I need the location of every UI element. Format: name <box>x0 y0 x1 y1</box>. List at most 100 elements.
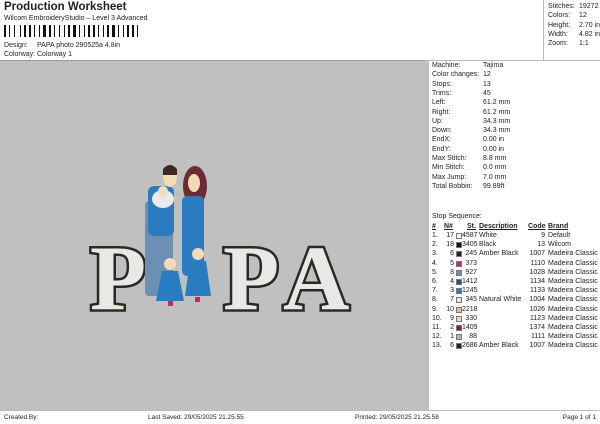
color-description: Amber Black <box>479 342 519 350</box>
thread-code: 1007 <box>529 342 545 350</box>
stat-label: Height: <box>548 21 571 29</box>
barcode-bar <box>91 25 92 37</box>
info-row: Stops: 13 <box>432 80 491 88</box>
stop-sequence-row: 7. 3 1245 1133 Madeira Classic 40 <box>429 287 600 296</box>
stitch-count: 1245 <box>462 287 478 295</box>
stitch-count: 373 <box>465 259 477 267</box>
stat-label: Stitches: <box>548 3 575 10</box>
last-saved: Last Saved: 29/05/2025 21.25.55 <box>148 414 244 421</box>
letter-p2: P <box>223 227 279 329</box>
stat-label: Zoom: <box>548 40 568 48</box>
page-number: Page 1 of 1 <box>562 414 596 421</box>
info-label: Stops: <box>432 80 452 88</box>
thread-code: 1134 <box>529 278 545 285</box>
thread-brand: Madeira Classic 40 <box>548 278 600 285</box>
info-row: Total Bobbin: 99.89ft <box>432 183 504 190</box>
stop-sequence-row: 4. 5 373 1110 Madeira Classic 40 <box>429 260 600 269</box>
needle-number: 4 <box>450 278 454 285</box>
design-value: PAPA photo 290525a 4,8in <box>37 42 121 49</box>
barcode-bar <box>14 25 15 37</box>
thread-code: 9 <box>541 232 545 239</box>
barcode-bar <box>77 25 78 37</box>
embroidery-design: P P A <box>88 165 352 332</box>
needle-number: 18 <box>446 241 454 249</box>
barcode-bar <box>54 25 55 37</box>
barcode-bar <box>64 25 65 37</box>
stop-sequence-row: 9. 10 2218 1026 Madeira Classic 40 <box>429 306 600 315</box>
barcode-bar <box>86 25 87 37</box>
design-label: Design: <box>4 42 28 49</box>
barcode-bar <box>52 25 53 37</box>
barcode-bar <box>24 25 26 37</box>
barcode-bar <box>96 25 97 37</box>
info-row: Trims: 45 <box>432 90 491 97</box>
color-description: White <box>479 232 497 239</box>
thread-brand: Madeira Classic 40 <box>548 314 600 322</box>
letter-p1: P <box>90 227 146 329</box>
stat-row: Height: 2.70 in <box>548 21 600 29</box>
col-n: N# <box>444 223 453 230</box>
barcode-bar <box>79 25 80 37</box>
stop-sequence-row: 13. 6 2686 Amber Black 1007 Madeira Clas… <box>429 342 600 351</box>
barcode-bar <box>4 25 6 37</box>
info-value: Tajima <box>483 62 504 69</box>
thread-brand: Madeira Classic 40 <box>548 268 600 276</box>
thread-brand: Madeira Classic 40 <box>548 250 600 258</box>
created-by: Created By: <box>4 414 39 421</box>
stitch-count: 245 <box>465 250 477 258</box>
thread-code: 1133 <box>529 287 545 295</box>
row-num: 13. <box>432 342 442 350</box>
printed: Printed: 29/05/2025 21.25.58 <box>355 414 439 421</box>
info-value: 8.8 mm <box>483 155 507 162</box>
barcode-bar <box>88 25 90 37</box>
info-value: 61.2 mm <box>483 108 511 116</box>
info-value: 0.0 mm <box>483 164 507 172</box>
design-info-panel: Machine: Tajima Color changes: 12 Stops: 13 Tr… <box>425 60 600 410</box>
info-label: Left: <box>432 99 446 107</box>
barcode-bar <box>100 25 102 37</box>
row-num: 8. <box>432 296 438 304</box>
barcode-bar <box>127 25 129 37</box>
info-label: Max Stitch: <box>432 155 467 162</box>
needle-number: 5 <box>450 259 454 267</box>
thread-brand: Madeira Classic 40 <box>548 259 600 267</box>
barcode-bar <box>7 25 8 37</box>
stats-box: Stitches: 19272 Colors: 12 Height: 2.70 in Wid… <box>543 0 600 60</box>
stop-sequence-row: 3. 6 245 Amber Black 1007 Madeira Classi… <box>429 250 600 259</box>
stitch-count: 3405 <box>462 241 478 249</box>
needle-number: 2 <box>450 324 454 331</box>
stat-row: Width: 4.82 in <box>548 31 600 38</box>
stat-value: 19272 <box>579 3 599 10</box>
col-code: Code <box>528 223 546 230</box>
barcode-bar <box>27 25 28 37</box>
colorway-value: Colorway 1 <box>37 51 73 58</box>
info-value: 0.00 in <box>483 145 505 153</box>
barcode-bar <box>137 25 138 37</box>
info-row: Right: 61.2 mm <box>432 109 510 116</box>
info-label: Up: <box>432 117 443 125</box>
page-title: Production Worksheet <box>4 1 127 13</box>
row-num: 2. <box>432 241 438 249</box>
letter-a: A <box>283 227 349 329</box>
info-value: 34.3 mm <box>483 127 511 135</box>
needle-number: 3 <box>450 287 454 295</box>
barcode-bar <box>132 25 134 37</box>
info-row: Color changes: 12 <box>432 71 491 78</box>
row-num: 6. <box>432 278 438 285</box>
barcode-bar <box>93 25 95 37</box>
info-value: 12 <box>483 71 491 79</box>
info-value: 45 <box>483 89 491 97</box>
col-num: # <box>432 223 436 230</box>
thread-brand: Madeira Classic 40 <box>548 342 600 350</box>
needle-number: 7 <box>450 296 454 304</box>
needle-number: 17 <box>446 232 454 239</box>
barcode-bar <box>84 25 85 37</box>
thread-code: 1123 <box>529 314 545 322</box>
barcode-bar <box>36 25 38 37</box>
barcode-bar <box>116 25 117 37</box>
stat-label: Colors: <box>548 12 571 20</box>
stop-sequence-row: 1. 17 4587 White 9 Default <box>429 232 600 241</box>
thread-brand: Madeira Classic 40 <box>548 333 600 341</box>
thread-code: 1111 <box>530 333 545 341</box>
info-value: 61.2 mm <box>483 99 511 107</box>
